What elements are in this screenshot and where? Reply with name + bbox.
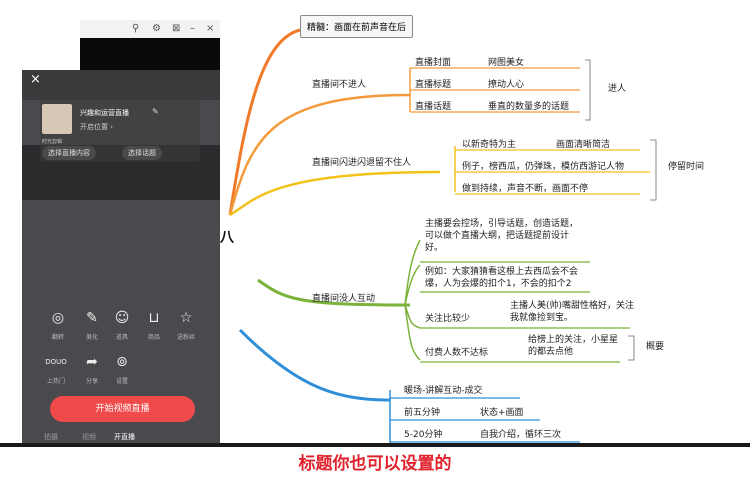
topic-select-pill[interactable]: 选择话题 (122, 146, 162, 160)
tool-label: 上热门 (46, 378, 65, 385)
tool-label: 道具 (115, 334, 128, 341)
b4-item-2-right: 状态+画面 (480, 408, 524, 418)
b3-item-3-right: 主播人美(帅)嘴甜性格好，关注我就像捡到宝。 (510, 301, 635, 324)
tool-label: 送粉丝 (176, 334, 195, 341)
branch-3-label: 直播间没人互动 (312, 294, 376, 304)
mindmap-top-box: 精髓：画面在前声音在后 (300, 15, 414, 38)
crop-icon[interactable]: ⊠ (172, 23, 180, 34)
location-toggle[interactable]: 开启位置 › (80, 122, 113, 132)
b1-item-3-left: 直播话题 (415, 102, 452, 112)
anchor-name: 时光剪辑 (42, 139, 63, 145)
b1-item-1-right: 网图美女 (488, 58, 525, 68)
b1-item-1-left: 直播封面 (415, 58, 452, 68)
b1-item-2-left: 直播标题 (415, 80, 452, 90)
b3-item-4-left: 付费人数不达标 (425, 348, 489, 358)
b1-item-3-right: 垂直的数量多的话题 (488, 102, 570, 112)
branch-yellow (229, 170, 441, 217)
settings-icon[interactable]: ⊚ (110, 354, 134, 370)
room-info-card: 兴趣和运营直播 ✎ 开启位置 › 时光剪辑 选择直播内容 选择话题 (40, 100, 200, 162)
flip-camera-icon[interactable]: ◎ (46, 310, 70, 326)
tab-go-live[interactable]: 开直播 (114, 432, 135, 442)
branch-blue (238, 328, 391, 402)
minimize-icon[interactable]: – (190, 23, 195, 34)
close-icon[interactable]: × (30, 72, 41, 87)
props-icon[interactable]: ☺ (110, 310, 134, 326)
tool-label: 分享 (85, 378, 98, 385)
branch-1-label: 直播间不进人 (312, 80, 367, 90)
settings-icon[interactable]: ⚙ (152, 23, 161, 34)
start-live-button[interactable]: 开始视频直播 (50, 396, 195, 422)
b3-item-2: 例如：大家猜猜看这根上去西瓜会不会爆，人为会爆的扣个1，不会的扣个2 (425, 267, 579, 290)
b2-summary: 停留时间 (668, 162, 705, 172)
goods-icon[interactable]: ⊔ (142, 310, 166, 326)
b2-item-3: 做到持续，声音不断，画面不停 (462, 184, 589, 194)
b1-summary: 进人 (608, 84, 627, 94)
branch-2-label: 直播间闪进闪退留不住人 (312, 158, 412, 168)
share-icon[interactable]: ➦ (80, 354, 104, 370)
tool-label: 设置 (115, 378, 128, 385)
b4-item-1: 暖场-讲解互动-成交 (404, 386, 483, 396)
star-icon[interactable]: ☆ (174, 310, 198, 326)
tab-shoot[interactable]: 拍摄 (44, 432, 58, 442)
pin-icon[interactable]: ⚲ (132, 23, 139, 34)
tool-label: 翻转 (51, 334, 64, 341)
b2-item-2: 例子，榜西瓜，仍弹珠，模仿西游记人物 (462, 162, 625, 172)
keyboard-background (22, 70, 220, 100)
tab-video[interactable]: 视频 (82, 432, 96, 442)
b2-item-1-right: 画面清晰简洁 (556, 140, 611, 150)
tool-label: 商品 (147, 334, 160, 341)
content-select-pill[interactable]: 选择直播内容 (42, 146, 96, 160)
edit-icon[interactable]: ✎ (152, 107, 159, 116)
tool-label: 美化 (85, 334, 98, 341)
b4-item-3-left: 5-20分钟 (404, 430, 443, 440)
room-title[interactable]: 兴趣和运营直播 (80, 108, 129, 118)
b4-item-3-right: 自我介绍，循环三次 (480, 430, 562, 440)
phone-live-setup-screen: × 兴趣和运营直播 ✎ 开启位置 › 时光剪辑 选择直播内容 选择话题 ◎ ✎ … (22, 70, 220, 445)
b2-item-1-left: 以新奇特为主 (462, 140, 517, 150)
avatar[interactable] (42, 104, 72, 134)
b3-item-4-right: 给榜上的关注，小星星的都去点他 (528, 335, 619, 358)
b3-summary: 概要 (646, 342, 665, 352)
dou-plus-icon[interactable]: DOUO (44, 358, 68, 366)
phone-status-strip (80, 38, 220, 71)
b4-item-2-left: 前五分钟 (404, 408, 441, 418)
b3-item-3-left: 关注比较少 (425, 314, 471, 324)
beautify-icon[interactable]: ✎ (80, 310, 104, 326)
b3-item-1: 主播要会控场，引导话题，创造话题，可以做个直播大纲，把话题提前设计好。 (425, 219, 579, 254)
top-box-text: 精髓：画面在前声音在后 (307, 23, 407, 33)
capture-window-titlebar: ⚲ ⚙ ⊠ – × (80, 20, 220, 39)
branch-orange-top (228, 28, 301, 216)
b1-item-2-right: 撩动人心 (488, 80, 525, 90)
close-icon[interactable]: × (206, 23, 214, 34)
video-subtitle: 标题你也可以设置的 (0, 447, 750, 481)
